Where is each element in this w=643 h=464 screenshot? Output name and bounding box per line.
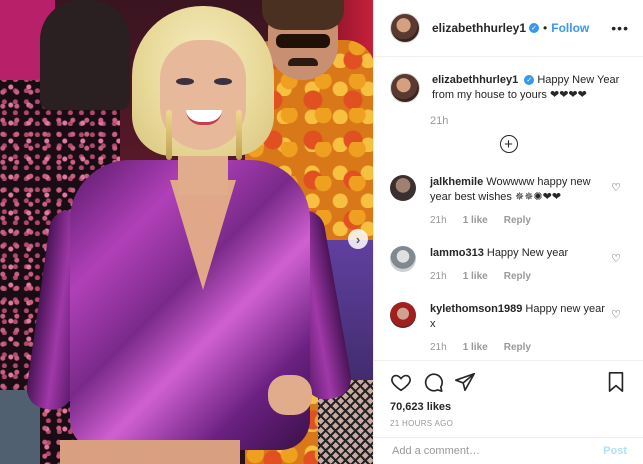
woman-hand [268,375,312,415]
comment-bubble-icon[interactable] [422,371,444,393]
sunglasses [276,34,330,48]
like-comment-heart-icon[interactable]: ♡ [611,308,621,321]
post-comment-button[interactable]: Post [603,445,627,457]
comment-meta: 21h 1 like Reply [430,213,605,228]
likes-count[interactable]: 70,623 likes [390,401,627,413]
mustache [288,58,318,66]
comment-likes[interactable]: 1 like [463,340,488,355]
follow-button[interactable]: Follow [551,21,589,35]
comment-item: jalkhemile Wowwww happy new year best wi… [374,175,643,228]
commenter-avatar[interactable] [390,175,416,201]
comment-item: kylethomson1989 Happy new year x 21h 1 l… [374,302,643,355]
reply-button[interactable]: Reply [504,269,531,284]
reply-button[interactable]: Reply [504,340,531,355]
comment-username[interactable]: kylethomson1989 [430,303,522,315]
share-paper-plane-icon[interactable] [454,371,476,393]
comment-likes[interactable]: 1 like [463,269,488,284]
caption-username[interactable]: elizabethhurley1 [432,74,518,86]
caption-timestamp[interactable]: 21h [430,115,643,127]
comment-time[interactable]: 21h [430,340,447,355]
post-timestamp[interactable]: 21 HOURS AGO [390,419,627,428]
comment-body: jalkhemile Wowwww happy new year best wi… [430,175,605,228]
comment-time[interactable]: 21h [430,213,447,228]
comment-username[interactable]: lammo313 [430,247,484,259]
separator-dot: • [543,21,548,35]
comment-meta: 21h 1 like Reply [430,340,605,355]
background-person-hair [262,0,344,30]
caption: elizabethhurley1 ✓ Happy New Year from m… [374,57,643,103]
commenter-avatar[interactable] [390,246,416,272]
comments-list[interactable]: elizabethhurley1 ✓ Happy New Year from m… [374,57,643,360]
add-comment-bar: Post [374,437,643,464]
save-bookmark-icon[interactable] [605,371,627,393]
comment-likes[interactable]: 1 like [463,213,488,228]
more-options-icon[interactable]: ••• [611,20,629,36]
caption-avatar[interactable] [390,73,420,103]
post-header: elizabethhurley1 ✓ • Follow ••• [374,0,643,57]
post-photo[interactable]: › [0,0,373,464]
caption-text-block: elizabethhurley1 ✓ Happy New Year from m… [432,73,622,103]
next-photo-chevron-right-icon[interactable]: › [348,229,368,249]
post-sidebar: elizabethhurley1 ✓ • Follow ••• elizabet… [373,0,643,464]
like-comment-heart-icon[interactable]: ♡ [611,181,621,194]
background-person-left [40,0,130,110]
author-username[interactable]: elizabethhurley1 [432,21,526,35]
woman-face [160,40,246,150]
post-actions: 70,623 likes 21 HOURS AGO [374,360,643,435]
load-more-comments-plus-icon[interactable]: + [499,135,518,153]
woman-left-eye [176,78,194,85]
verified-badge-icon: ✓ [524,75,535,86]
comment-username[interactable]: jalkhemile [430,176,483,188]
add-comment-input[interactable] [390,444,604,458]
comment-body: lammo313 Happy New year 21h 1 like Reply [430,246,605,284]
action-icons-row [390,371,627,393]
left-earring [166,110,172,160]
commenter-avatar[interactable] [390,302,416,328]
woman-legs [60,440,240,464]
comment-item: lammo313 Happy New year 21h 1 like Reply… [374,246,643,284]
reply-button[interactable]: Reply [504,213,531,228]
like-comment-heart-icon[interactable]: ♡ [611,252,621,265]
like-heart-icon[interactable] [390,371,412,393]
comment-time[interactable]: 21h [430,269,447,284]
comment-meta: 21h 1 like Reply [430,269,605,284]
verified-badge-icon: ✓ [529,23,540,33]
right-earring [236,110,242,160]
woman-right-eye [214,78,232,85]
comment-body: kylethomson1989 Happy new year x 21h 1 l… [430,302,605,355]
author-avatar[interactable] [390,13,420,43]
comment-text: Happy New year [486,247,569,259]
